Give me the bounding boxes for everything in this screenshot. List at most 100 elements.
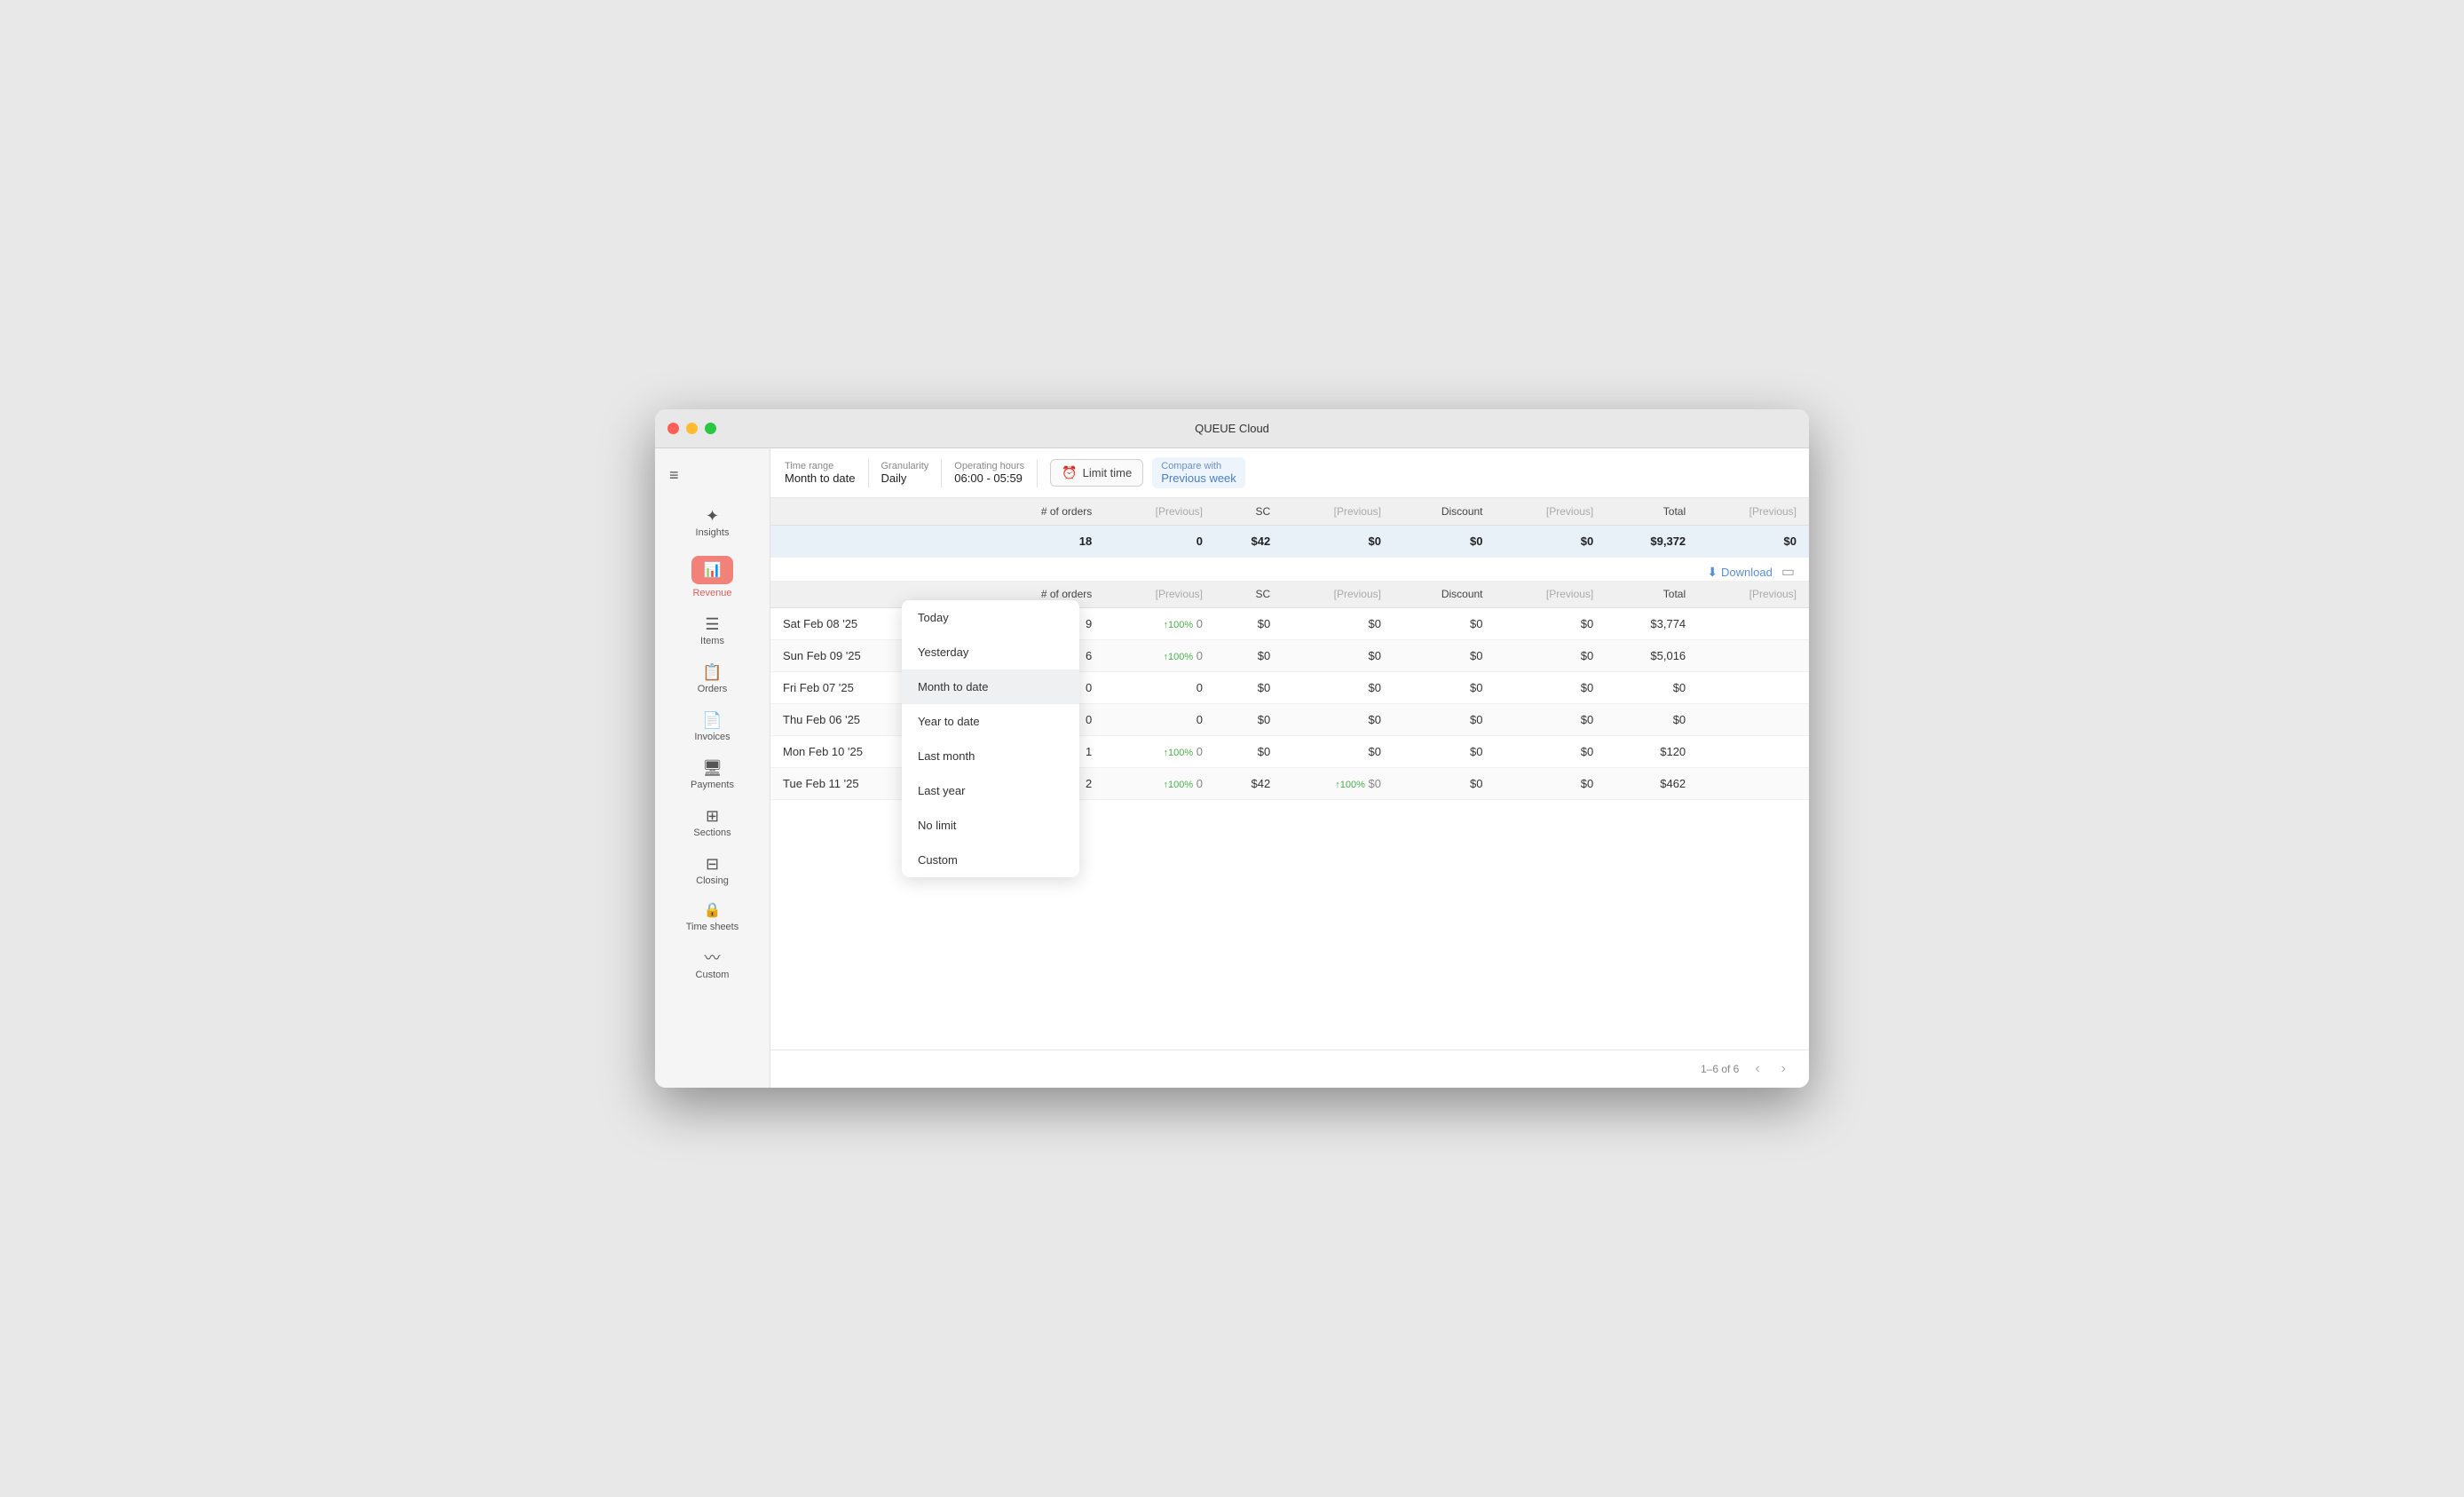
cell-total: $462: [1606, 768, 1698, 800]
main-content: Time range Month to date Granularity Dai…: [770, 448, 1809, 1088]
sidebar-item-label: Sections: [693, 828, 731, 838]
cell-total: $5,016: [1606, 640, 1698, 672]
sidebar-item-items[interactable]: ☰ Items: [655, 609, 770, 653]
app-body: ≡ ✦ Insights 📊 Revenue ☰ Items 📋: [655, 448, 1809, 1088]
cell-discount: $0: [1394, 768, 1496, 800]
sidebar-item-timesheets[interactable]: 🔒 Time sheets: [655, 897, 770, 939]
custom-icon: 〰: [705, 950, 721, 966]
cell-prev-orders: ↑100% 0: [1104, 736, 1215, 768]
dropdown-item-today[interactable]: Today: [902, 600, 1079, 635]
cell-sc: $0: [1215, 640, 1283, 672]
dropdown-item-last-month[interactable]: Last month: [902, 739, 1079, 773]
hamburger-button[interactable]: ≡: [655, 461, 770, 497]
compare-value: Previous week: [1161, 471, 1236, 485]
cell-prev-sc: $0: [1283, 704, 1394, 736]
cell-prev-sc: ↑100% $0: [1283, 768, 1394, 800]
sidebar-item-label: Orders: [698, 684, 728, 694]
app-window: QUEUE Cloud ≡ ✦ Insights 📊 Revenue ☰: [655, 409, 1809, 1088]
dropdown-item-year-to-date[interactable]: Year to date: [902, 704, 1079, 739]
download-button[interactable]: ⬇ Download: [1707, 565, 1773, 580]
sidebar-item-invoices[interactable]: 📄 Invoices: [655, 705, 770, 749]
dropdown-item-no-limit[interactable]: No limit: [902, 808, 1079, 843]
cell-prev-total: [1698, 672, 1809, 704]
cell-prev-total: [1698, 608, 1809, 640]
maximize-button[interactable]: [705, 423, 716, 434]
cell-prev-discount: $0: [1496, 672, 1607, 704]
data-col-prev-total: [Previous]: [1698, 581, 1809, 608]
chart-icon[interactable]: ▭: [1781, 563, 1795, 581]
cell-sc: $0: [1215, 672, 1283, 704]
sidebar-item-custom[interactable]: 〰 Custom: [655, 943, 770, 987]
col-prev-discount: [Previous]: [1496, 498, 1607, 526]
cell-sc: $0: [1215, 608, 1283, 640]
time-range-dropdown: Today Yesterday Month to date Year to da…: [902, 600, 1079, 877]
cell-sc: $0: [1215, 704, 1283, 736]
divider-1: [868, 459, 869, 487]
col-prev-orders: [Previous]: [1104, 498, 1215, 526]
cell-prev-discount: $0: [1496, 768, 1607, 800]
time-range-label: Time range: [785, 461, 856, 471]
table-header: # of orders [Previous] SC [Previous]: [770, 498, 1809, 526]
orders-icon: 📋: [702, 664, 722, 680]
sidebar-item-label: Payments: [691, 780, 734, 790]
cell-prev-total: [1698, 768, 1809, 800]
summary-prev-discount: $0: [1496, 526, 1607, 558]
download-label: Download: [1721, 566, 1773, 579]
cell-prev-total: [1698, 704, 1809, 736]
time-range-value: Month to date: [785, 471, 856, 485]
sidebar-item-closing[interactable]: ⊟ Closing: [655, 849, 770, 893]
cell-total: $3,774: [1606, 608, 1698, 640]
sidebar-item-payments[interactable]: 🖥 Payments: [655, 753, 770, 797]
limit-time-button[interactable]: ⏰ Limit time: [1050, 459, 1143, 487]
summary-discount: $0: [1394, 526, 1496, 558]
minimize-button[interactable]: [686, 423, 698, 434]
dropdown-item-month-to-date[interactable]: Month to date: [902, 669, 1079, 704]
sidebar-item-label: Time sheets: [686, 922, 739, 932]
compare-with-selector[interactable]: Compare with Previous week: [1152, 457, 1245, 488]
sidebar-item-label: Insights: [696, 527, 730, 538]
sidebar-item-revenue[interactable]: 📊 Revenue: [655, 549, 770, 606]
cell-prev-sc: $0: [1283, 608, 1394, 640]
cell-prev-discount: $0: [1496, 736, 1607, 768]
data-col-total: Total: [1606, 581, 1698, 608]
cell-total: $0: [1606, 672, 1698, 704]
cell-prev-orders: ↑100% 0: [1104, 768, 1215, 800]
sections-icon: ⊞: [706, 808, 719, 824]
cell-prev-discount: $0: [1496, 640, 1607, 672]
cell-prev-orders: ↑100% 0: [1104, 640, 1215, 672]
download-area: ⬇ Download ▭: [770, 558, 1809, 581]
sidebar-item-orders[interactable]: 📋 Orders: [655, 657, 770, 701]
sidebar-item-insights[interactable]: ✦ Insights: [655, 501, 770, 545]
time-range-selector[interactable]: Time range Month to date: [785, 461, 856, 485]
next-page-button[interactable]: ›: [1776, 1059, 1791, 1079]
payments-icon: 🖥: [702, 760, 723, 776]
cell-prev-discount: $0: [1496, 608, 1607, 640]
invoices-icon: 📄: [702, 712, 722, 728]
cell-discount: $0: [1394, 704, 1496, 736]
window-title: QUEUE Cloud: [1195, 422, 1269, 435]
close-button[interactable]: [667, 423, 679, 434]
dropdown-item-last-year[interactable]: Last year: [902, 773, 1079, 808]
sidebar-item-label: Items: [700, 636, 724, 646]
items-icon: ☰: [705, 616, 719, 632]
revenue-icon-bg: 📊: [691, 556, 734, 584]
sidebar-item-label: Revenue: [692, 588, 731, 598]
operating-hours-selector[interactable]: Operating hours 06:00 - 05:59: [954, 461, 1024, 485]
col-orders: # of orders: [988, 498, 1104, 526]
cell-prev-discount: $0: [1496, 704, 1607, 736]
granularity-selector[interactable]: Granularity Daily: [881, 461, 929, 485]
dropdown-item-custom[interactable]: Custom: [902, 843, 1079, 877]
revenue-icon: 📊: [704, 561, 722, 579]
dropdown-item-yesterday[interactable]: Yesterday: [902, 635, 1079, 669]
footer-bar: 1–6 of 6 ‹ ›: [770, 1049, 1809, 1088]
prev-page-button[interactable]: ‹: [1749, 1059, 1765, 1079]
sidebar-item-label: Closing: [696, 875, 729, 886]
table-area: # of orders [Previous] SC [Previous]: [770, 498, 1809, 1088]
col-total: Total: [1606, 498, 1698, 526]
traffic-lights: [667, 423, 716, 434]
data-col-sc: SC: [1215, 581, 1283, 608]
sidebar-item-sections[interactable]: ⊞ Sections: [655, 801, 770, 845]
timesheets-icon: 🔒: [704, 904, 722, 918]
operating-hours-label: Operating hours: [954, 461, 1024, 471]
data-col-prev-orders: [Previous]: [1104, 581, 1215, 608]
